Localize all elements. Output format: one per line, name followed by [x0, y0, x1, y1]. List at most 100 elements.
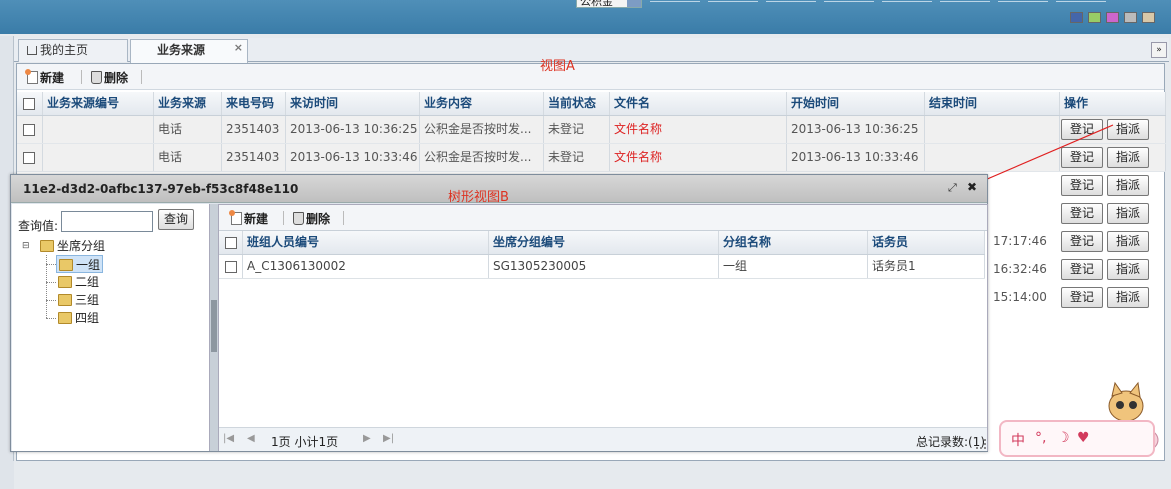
column-header[interactable]: 来访时间: [286, 92, 420, 115]
query-button[interactable]: 查询: [158, 209, 194, 230]
column-header[interactable]: 话务员: [868, 231, 985, 254]
theme-swatch-gray[interactable]: [1124, 12, 1137, 23]
column-header[interactable]: 分组名称: [719, 231, 868, 254]
moon-icon[interactable]: ☽: [1057, 430, 1070, 446]
tree-node-label: 二组: [75, 275, 100, 289]
delete-button[interactable]: 删除: [293, 210, 330, 227]
heart-icon[interactable]: ♥: [1077, 430, 1090, 446]
tree-connector: [46, 282, 56, 283]
top-menu-item[interactable]: [940, 0, 990, 2]
select-all-checkbox[interactable]: [225, 236, 237, 249]
tab-menu-button[interactable]: »: [1151, 42, 1167, 58]
column-header[interactable]: 业务内容: [420, 92, 544, 115]
dialog-title: 11e2-d3d2-0afbc137-97eb-f53c8f48e110: [23, 182, 299, 196]
query-input[interactable]: [61, 211, 153, 232]
top-menu-item[interactable]: [998, 0, 1048, 2]
new-icon: [25, 69, 38, 84]
last-page-icon[interactable]: ▶|: [383, 433, 394, 444]
new-button-label: 新建: [244, 212, 269, 226]
theme-swatch-green[interactable]: [1088, 12, 1101, 23]
cell-source: 电话: [154, 144, 222, 171]
folder-icon: [59, 259, 73, 271]
close-icon[interactable]: ✖: [967, 180, 977, 194]
tab-business-source[interactable]: 业务来源 ×: [130, 39, 248, 63]
top-menu-item[interactable]: [766, 0, 816, 2]
tree-node-group[interactable]: 二组: [58, 273, 99, 291]
cell-content: 公积金是否按时发...: [420, 144, 544, 171]
prev-page-icon[interactable]: ◀: [247, 433, 255, 444]
delete-button[interactable]: 删除: [91, 69, 128, 86]
new-button[interactable]: 新建: [25, 69, 64, 86]
cell-end-time: 16:32:46: [993, 262, 1047, 276]
theme-switcher: [1070, 12, 1155, 23]
column-header[interactable]: 业务来源编号: [43, 92, 154, 115]
tree-dialog: 11e2-d3d2-0afbc137-97eb-f53c8f48e110 树形视…: [10, 174, 988, 452]
top-menu-item[interactable]: [708, 0, 758, 2]
dialog-toolbar: 新建 删除: [219, 205, 987, 231]
tab-home[interactable]: 我的主页: [18, 39, 128, 62]
pane-splitter[interactable]: [210, 204, 218, 451]
cell-group-name: 一组: [719, 255, 868, 278]
tree-pane: 查询值: 查询 ⊟ 坐席分组 一组 二组 三组 四组: [12, 204, 210, 451]
resize-handle[interactable]: [976, 439, 986, 449]
cell-group-id: SG1305230005: [489, 255, 719, 278]
theme-swatch-pink[interactable]: [1106, 12, 1119, 23]
folder-icon: [58, 276, 72, 288]
theme-swatch-beige[interactable]: [1142, 12, 1155, 23]
top-menu-item[interactable]: [824, 0, 874, 2]
row-checkbox[interactable]: [23, 123, 35, 136]
view-a-label: 视图A: [540, 59, 575, 74]
first-page-icon[interactable]: |◀: [223, 433, 234, 444]
fund-type-select[interactable]: 公积金: [576, 0, 642, 8]
file-link[interactable]: 文件名称: [610, 116, 787, 143]
theme-swatch-blue[interactable]: [1070, 12, 1083, 23]
table-row[interactable]: A_C1306130002 SG1305230005 一组 话务员1: [219, 255, 985, 279]
dialog-titlebar[interactable]: 11e2-d3d2-0afbc137-97eb-f53c8f48e110 树形视…: [11, 175, 987, 205]
delete-button-label: 删除: [104, 71, 129, 85]
table-row[interactable]: 16:32:46 登记 指派: [989, 256, 1166, 284]
cell-content: 公积金是否按时发...: [420, 116, 544, 143]
top-menu-item[interactable]: [650, 0, 700, 2]
assign-button[interactable]: 指派: [1107, 231, 1149, 252]
pagination-bar: |◀ ◀ 1页 小计1页 ▶ ▶| 总记录数:(1): [219, 427, 987, 451]
column-header[interactable]: 开始时间: [787, 92, 925, 115]
top-menu-item[interactable]: [882, 0, 932, 2]
row-checkbox[interactable]: [23, 151, 35, 164]
staff-grid-pane: 新建 删除 班组人员编号 坐席分组编号 分组名称 话务员 A_C13061300…: [218, 204, 988, 451]
column-header[interactable]: 来电号码: [222, 92, 286, 115]
top-menu-item[interactable]: [1056, 0, 1106, 2]
close-icon[interactable]: ×: [234, 37, 243, 58]
tree-connector: [46, 318, 56, 319]
register-button[interactable]: 登记: [1061, 287, 1103, 308]
maximize-icon[interactable]: ⤢: [948, 181, 957, 195]
collapse-toggle-icon[interactable]: ⊟: [22, 241, 30, 251]
table-row[interactable]: 15:14:00 登记 指派: [989, 284, 1166, 312]
tree-node-group[interactable]: 一组: [56, 255, 104, 273]
register-button[interactable]: 登记: [1061, 231, 1103, 252]
next-page-icon[interactable]: ▶: [363, 433, 371, 444]
column-header[interactable]: 业务来源: [154, 92, 222, 115]
register-button[interactable]: 登记: [1061, 259, 1103, 280]
assign-button[interactable]: 指派: [1107, 287, 1149, 308]
tab-business-source-label: 业务来源: [157, 43, 206, 57]
ime-punct-toggle[interactable]: °,: [1035, 430, 1046, 446]
staff-grid-header: 班组人员编号 坐席分组编号 分组名称 话务员: [219, 231, 985, 255]
tree-node-group[interactable]: 三组: [58, 291, 99, 309]
row-checkbox[interactable]: [225, 260, 237, 273]
splitter-handle[interactable]: [211, 300, 217, 352]
file-link[interactable]: 文件名称: [610, 144, 787, 171]
column-header[interactable]: 文件名: [610, 92, 787, 115]
table-row[interactable]: 17:17:46 登记 指派: [989, 228, 1166, 256]
assign-button[interactable]: 指派: [1107, 259, 1149, 280]
ime-mode-toggle[interactable]: 中: [1011, 430, 1025, 450]
folder-icon: [58, 294, 72, 306]
column-header[interactable]: 班组人员编号: [243, 231, 489, 254]
tree-node-root[interactable]: 坐席分组: [40, 237, 105, 255]
select-all-checkbox[interactable]: [23, 97, 35, 110]
column-header[interactable]: 坐席分组编号: [489, 231, 719, 254]
row-select-cell: [17, 144, 43, 171]
new-button[interactable]: 新建: [229, 210, 269, 227]
column-header[interactable]: 当前状态: [544, 92, 610, 115]
tree-node-label: 四组: [75, 311, 100, 325]
tree-node-group[interactable]: 四组: [58, 309, 99, 327]
